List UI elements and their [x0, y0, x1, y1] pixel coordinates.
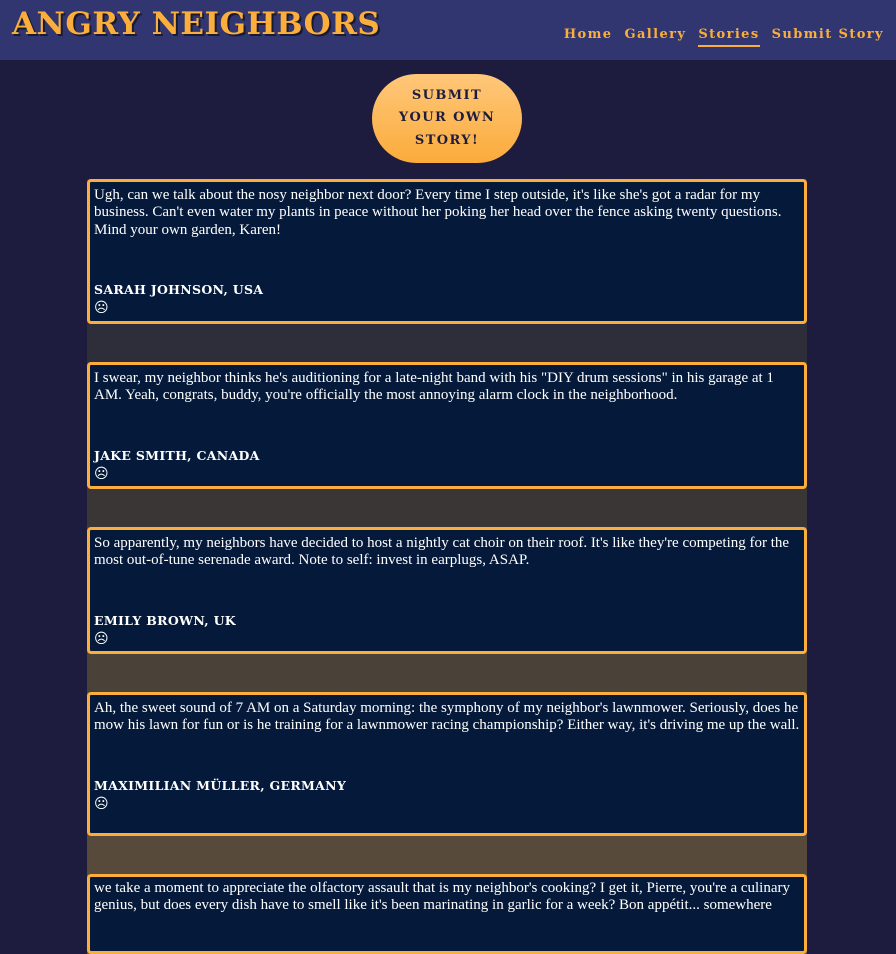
- stories-list: Ugh, can we talk about the nosy neighbor…: [87, 179, 807, 954]
- nav-gallery[interactable]: Gallery: [624, 27, 686, 47]
- story-band: Ugh, can we talk about the nosy neighbor…: [87, 179, 807, 362]
- story-text: So apparently, my neighbors have decided…: [94, 535, 790, 569]
- submit-section: SUBMIT YOUR OWN STORY!: [372, 74, 522, 163]
- story-author: SARAH JOHNSON, USA: [94, 281, 264, 297]
- story-author: MAXIMILIAN MÜLLER, GERMANY: [94, 777, 347, 793]
- story-band: we take a moment to appreciate the olfac…: [87, 874, 807, 954]
- nav-submit-story[interactable]: Submit Story: [772, 27, 884, 47]
- story-text: we take a moment to appreciate the olfac…: [94, 880, 791, 914]
- submit-story-button[interactable]: SUBMIT YOUR OWN STORY!: [372, 74, 522, 163]
- site-logo[interactable]: ANGRY NEIGHBORS: [12, 6, 380, 42]
- main-nav: Home Gallery Stories Submit Story: [552, 27, 884, 47]
- story-card: Ugh, can we talk about the nosy neighbor…: [87, 179, 807, 324]
- story-author: EMILY BROWN, UK: [94, 612, 236, 628]
- nav-home[interactable]: Home: [564, 27, 613, 47]
- nav-stories[interactable]: Stories: [698, 27, 760, 47]
- story-card: we take a moment to appreciate the olfac…: [87, 874, 807, 954]
- frown-icon: ☹: [94, 299, 109, 316]
- frown-icon: ☹: [94, 465, 109, 482]
- story-band: So apparently, my neighbors have decided…: [87, 527, 807, 692]
- story-band: I swear, my neighbor thinks he's auditio…: [87, 362, 807, 527]
- story-author: JAKE SMITH, CANADA: [94, 447, 260, 463]
- story-card: Ah, the sweet sound of 7 AM on a Saturda…: [87, 692, 807, 836]
- story-text: I swear, my neighbor thinks he's auditio…: [94, 370, 774, 404]
- site-header: ANGRY NEIGHBORS Home Gallery Stories Sub…: [0, 0, 896, 60]
- story-band: Ah, the sweet sound of 7 AM on a Saturda…: [87, 692, 807, 874]
- story-text: Ah, the sweet sound of 7 AM on a Saturda…: [94, 700, 800, 734]
- frown-icon: ☹: [94, 630, 109, 647]
- story-text: Ugh, can we talk about the nosy neighbor…: [94, 187, 782, 238]
- story-card: So apparently, my neighbors have decided…: [87, 527, 807, 654]
- frown-icon: ☹: [94, 795, 109, 812]
- story-card: I swear, my neighbor thinks he's auditio…: [87, 362, 807, 489]
